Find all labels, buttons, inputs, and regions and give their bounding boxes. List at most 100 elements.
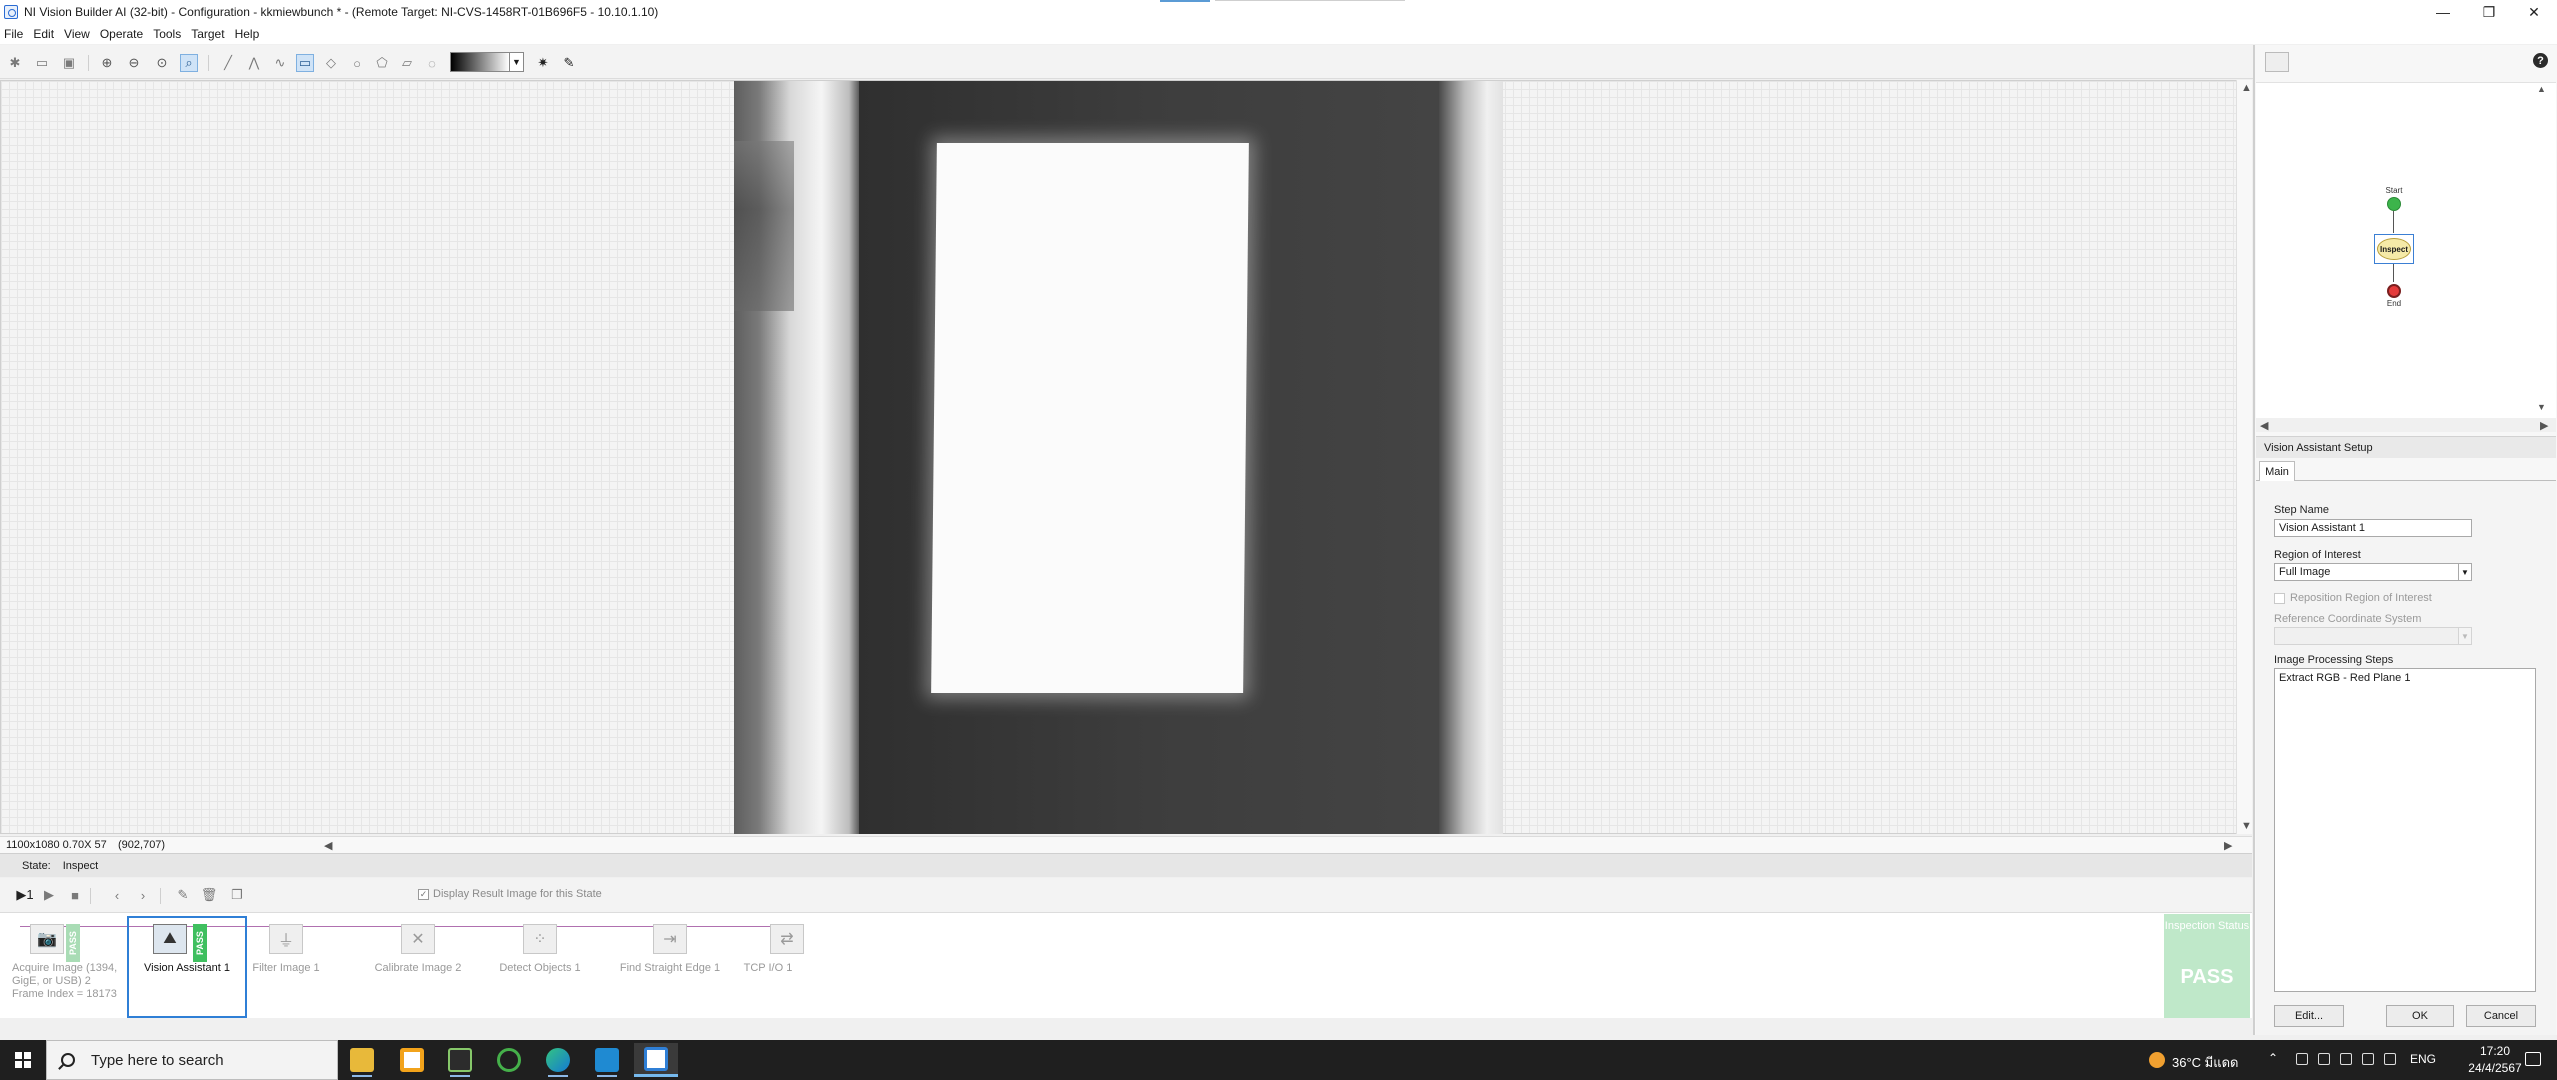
new-icon[interactable]: ✱ xyxy=(6,54,24,72)
line-tool-icon[interactable]: ╱ xyxy=(219,54,237,72)
image-processing-steps-list[interactable]: Extract RGB - Red Plane 1 xyxy=(2274,668,2536,992)
scroll-down-icon[interactable]: ▼ xyxy=(2241,820,2252,832)
state-diagram-icon[interactable] xyxy=(2265,52,2289,72)
app-icon[interactable] xyxy=(438,1043,482,1077)
step-tcp-io[interactable]: ⇄ TCP I/O 1 xyxy=(713,918,823,1018)
step-vision-assistant[interactable]: ⛰ PASS Vision Assistant 1 xyxy=(127,916,247,1018)
scroll-down-icon[interactable]: ▼ xyxy=(2537,402,2546,412)
scroll-up-icon[interactable]: ▲ xyxy=(2537,84,2546,94)
taskbar-search[interactable]: Type here to search xyxy=(46,1040,338,1080)
edit-step-icon[interactable]: ✎ xyxy=(174,886,192,904)
ok-button[interactable]: OK xyxy=(2386,1005,2454,1027)
rectangle-tool-icon[interactable]: ▭ xyxy=(296,54,314,72)
close-icon[interactable]: ✕ xyxy=(2511,0,2557,24)
start-button[interactable] xyxy=(0,1040,46,1080)
menu-operate[interactable]: Operate xyxy=(100,27,143,41)
run-once-icon[interactable]: ▶1 xyxy=(12,886,38,904)
zoom-in-icon[interactable]: ⊕ xyxy=(98,54,116,72)
step-detect-objects[interactable]: ⁘ Detect Objects 1 xyxy=(485,918,595,1018)
monitor-icon[interactable] xyxy=(2340,1053,2352,1065)
store-icon[interactable] xyxy=(390,1043,434,1077)
refresh-app-icon[interactable] xyxy=(487,1043,531,1077)
menu-view[interactable]: View xyxy=(64,27,90,41)
scroll-left-icon[interactable]: ◀ xyxy=(2260,419,2268,432)
volume-icon[interactable] xyxy=(2384,1053,2396,1065)
list-item[interactable]: Extract RGB - Red Plane 1 xyxy=(2279,672,2531,684)
roi-select[interactable]: Full Image xyxy=(2274,563,2472,581)
step-calibrate-image[interactable]: ✕ Calibrate Image 2 xyxy=(363,918,473,1018)
annulus-tool-icon[interactable]: ◌ xyxy=(423,54,441,72)
open-icon[interactable]: ▭ xyxy=(33,54,51,72)
menu-file[interactable]: File xyxy=(4,27,23,41)
edit-button[interactable]: Edit... xyxy=(2274,1005,2344,1027)
step-name-field[interactable]: Vision Assistant 1 xyxy=(2274,519,2472,537)
inspect-state-node[interactable]: Inspect xyxy=(2374,234,2414,264)
oval-tool-icon[interactable]: ○ xyxy=(348,54,366,72)
save-icon[interactable]: ▣ xyxy=(60,54,78,72)
notification-icon[interactable] xyxy=(2525,1052,2541,1066)
end-node[interactable] xyxy=(2387,284,2401,298)
menu-tools[interactable]: Tools xyxy=(153,27,181,41)
next-step-icon[interactable]: › xyxy=(134,886,152,904)
delete-step-icon[interactable]: 🗑 xyxy=(200,886,218,904)
eyedropper-icon[interactable]: ✎ xyxy=(560,54,578,72)
polygon-tool-icon[interactable]: ⬠ xyxy=(373,54,391,72)
scroll-up-icon[interactable]: ▲ xyxy=(2241,82,2252,94)
cancel-button[interactable]: Cancel xyxy=(2466,1005,2536,1027)
checkbox-icon[interactable] xyxy=(2274,592,2285,604)
start-node[interactable] xyxy=(2387,197,2401,211)
stop-icon[interactable]: ■ xyxy=(66,886,84,904)
run-icon[interactable]: ▶ xyxy=(40,886,58,904)
vscode-icon[interactable] xyxy=(585,1043,629,1077)
menu-help[interactable]: Help xyxy=(235,27,260,41)
menu-edit[interactable]: Edit xyxy=(33,27,54,41)
image-bright-label xyxy=(931,143,1249,693)
scroll-right-icon[interactable]: ▶ xyxy=(2540,419,2548,432)
zoom-out-icon[interactable]: ⊖ xyxy=(125,54,143,72)
menu-target[interactable]: Target xyxy=(191,27,224,41)
network-icon[interactable] xyxy=(2296,1053,2308,1065)
reposition-roi-checkbox[interactable]: Reposition Region of Interest xyxy=(2274,592,2432,604)
clock-date[interactable]: 24/4/2567 xyxy=(2455,1061,2535,1075)
palette-gradient[interactable] xyxy=(450,52,510,72)
checkbox-icon[interactable]: ✓ xyxy=(418,888,429,900)
language-indicator[interactable]: ENG xyxy=(2410,1052,2436,1066)
viewer-vertical-scrollbar[interactable]: ▲ ▼ xyxy=(2236,80,2252,834)
scroll-right-icon[interactable]: ▶ xyxy=(2224,839,2232,852)
frame-index: Frame Index = 18173 xyxy=(12,988,117,1000)
diagram-connector xyxy=(2393,264,2394,282)
polyline-tool-icon[interactable]: ⋀ xyxy=(245,54,263,72)
wifi-icon[interactable] xyxy=(2362,1053,2374,1065)
step-find-straight-edge[interactable]: ⇥ Find Straight Edge 1 xyxy=(615,918,725,1018)
freehand-tool-icon[interactable]: ▱ xyxy=(398,54,416,72)
display-result-checkbox[interactable]: ✓ Display Result Image for this State xyxy=(418,888,602,900)
step-filter-image[interactable]: ⏚ Filter Image 1 xyxy=(231,918,341,1018)
chevron-down-icon[interactable]: ▼ xyxy=(2458,563,2472,581)
chevron-up-icon[interactable]: ⌃ xyxy=(2268,1051,2278,1065)
diagram-horizontal-scrollbar[interactable]: ◀ ▶ xyxy=(2256,418,2556,432)
vision-builder-icon[interactable] xyxy=(634,1043,678,1077)
ref-coord-select[interactable] xyxy=(2274,627,2472,645)
previous-step-icon[interactable]: ‹ xyxy=(108,886,126,904)
chevron-down-icon[interactable]: ▼ xyxy=(2458,627,2472,645)
step-name: Filter Image 1 xyxy=(252,962,320,974)
weather-text[interactable]: 36°C มีแดด xyxy=(2172,1052,2239,1073)
detect-objects-icon: ⁘ xyxy=(523,924,557,954)
zoom-tool-icon[interactable]: ⌕ xyxy=(180,54,198,72)
clock-time[interactable]: 17:20 xyxy=(2455,1044,2535,1058)
zoom-fit-icon[interactable]: ⊙ xyxy=(153,54,171,72)
step-acquire-image[interactable]: 📷 PASS Acquire Image (1394, GigE, or USB… xyxy=(6,918,117,1018)
battery-icon[interactable] xyxy=(2318,1053,2330,1065)
tab-main[interactable]: Main xyxy=(2259,461,2295,481)
rotated-rect-tool-icon[interactable]: ◇ xyxy=(322,54,340,72)
minimize-icon[interactable]: — xyxy=(2420,0,2466,24)
freeline-tool-icon[interactable]: ∿ xyxy=(271,54,289,72)
brightness-icon[interactable]: ✷ xyxy=(534,54,552,72)
copy-step-icon[interactable]: ❐ xyxy=(228,886,246,904)
restore-icon[interactable]: ❐ xyxy=(2466,0,2512,24)
edge-icon[interactable] xyxy=(536,1043,580,1077)
chevron-down-icon[interactable]: ▼ xyxy=(510,52,524,72)
help-icon[interactable]: ? xyxy=(2533,53,2548,68)
scroll-left-icon[interactable]: ◀ xyxy=(324,839,332,852)
file-explorer-icon[interactable] xyxy=(340,1043,384,1077)
